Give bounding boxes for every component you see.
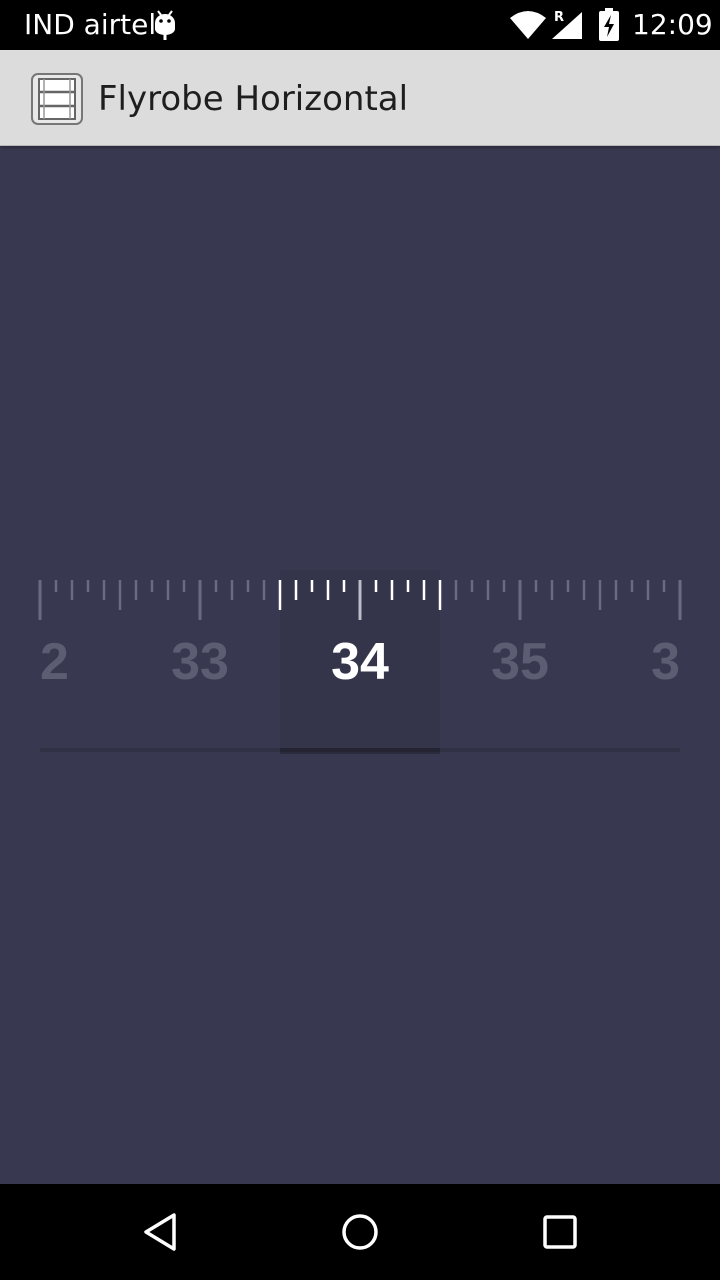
navigation-bar <box>0 1184 720 1280</box>
app-title: Flyrobe Horizontal <box>98 79 409 119</box>
carrier-name: IND airtel <box>24 8 157 41</box>
android-debug-icon <box>155 10 175 40</box>
status-bar: IND airtel R 12:09 <box>0 0 720 50</box>
recents-icon[interactable] <box>538 1210 582 1254</box>
horizontal-ruler-picker[interactable]: 2 33 34 35 3 <box>0 570 720 770</box>
ruler-label-36: 3 <box>651 633 680 691</box>
roaming-indicator: R <box>554 10 565 25</box>
home-icon[interactable] <box>338 1210 382 1254</box>
action-bar: Flyrobe Horizontal <box>0 50 720 146</box>
ruler-label-32: 2 <box>40 633 69 691</box>
film-strip-icon[interactable] <box>30 72 84 126</box>
battery-charging-icon <box>599 8 619 41</box>
clock: 12:09 <box>632 8 713 41</box>
ruler-label-selected: 34 <box>331 633 389 691</box>
ruler-label-35[interactable]: 35 <box>460 632 580 692</box>
wifi-icon <box>510 11 546 39</box>
ruler-selection-baseline <box>280 748 440 754</box>
ruler-label-33[interactable]: 33 <box>140 632 260 692</box>
back-icon[interactable] <box>138 1210 182 1254</box>
